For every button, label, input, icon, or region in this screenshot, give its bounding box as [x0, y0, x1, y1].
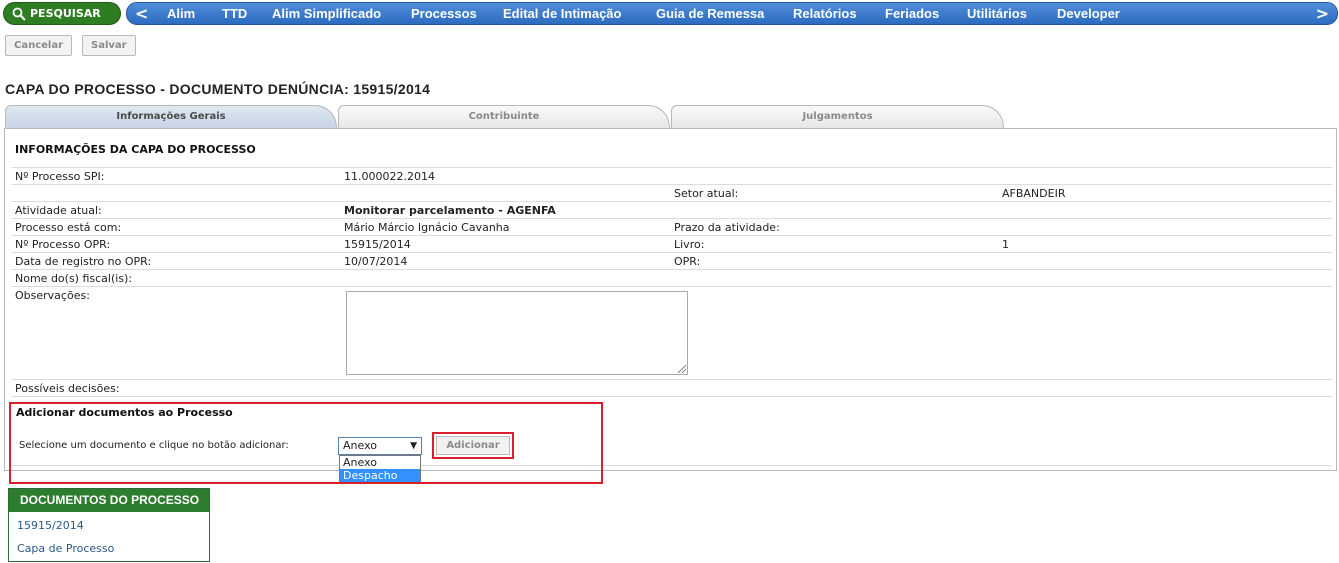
- document-type-select[interactable]: Anexo ▼: [338, 437, 422, 455]
- data-registro-label: Data de registro no OPR:: [15, 255, 152, 268]
- processo-opr-label: Nº Processo OPR:: [15, 238, 111, 251]
- nav-item-feriados[interactable]: Feriados: [885, 3, 939, 24]
- observacoes-textarea[interactable]: [346, 291, 688, 375]
- main-nav: < Alim TTD Alim Simplificado Processos E…: [126, 2, 1338, 25]
- livro-value: 1: [1002, 238, 1009, 251]
- nav-item-relatorios[interactable]: Relatórios: [793, 3, 857, 24]
- nav-item-ttd[interactable]: TTD: [222, 3, 247, 24]
- livro-label: Livro:: [674, 238, 705, 251]
- nav-item-alim-simplificado[interactable]: Alim Simplificado: [272, 3, 381, 24]
- row-divider: [11, 396, 1332, 397]
- tab-contribuinte[interactable]: Contribuinte: [338, 105, 670, 129]
- nav-item-edital[interactable]: Edital de Intimação: [503, 3, 621, 24]
- setor-label: Setor atual:: [674, 187, 739, 200]
- nav-item-alim[interactable]: Alim: [167, 3, 195, 24]
- processo-opr-value: 15915/2014: [344, 238, 411, 251]
- tab-julgamentos[interactable]: Julgamentos: [671, 105, 1004, 129]
- nav-item-guia[interactable]: Guia de Remessa: [656, 3, 764, 24]
- processo-com-label: Processo está com:: [15, 221, 122, 234]
- info-row: Nome do(s) fiscal(is):: [11, 269, 1332, 286]
- info-row: Data de registro no OPR: 10/07/2014 OPR:: [11, 252, 1332, 269]
- atividade-value: Monitorar parcelamento - AGENFA: [344, 204, 556, 217]
- section-title: INFORMAÇÕES DA CAPA DO PROCESSO: [15, 143, 256, 156]
- resize-handle-icon[interactable]: [678, 365, 686, 373]
- search-button-label: PESQUISAR: [30, 7, 101, 20]
- document-type-dropdown: Anexo Despacho: [339, 455, 421, 482]
- add-documents-title: Adicionar documentos ao Processo: [16, 406, 233, 419]
- nav-item-processos[interactable]: Processos: [411, 3, 477, 24]
- cancel-button[interactable]: Cancelar: [5, 35, 73, 56]
- nav-item-utilitarios[interactable]: Utilitários: [967, 3, 1027, 24]
- info-row: Nº Processo OPR: 15915/2014 Livro: 1: [11, 235, 1332, 252]
- setor-value: AFBANDEIR: [1002, 187, 1066, 200]
- page-title: CAPA DO PROCESSO - DOCUMENTO DENÚNCIA: 1…: [5, 81, 431, 97]
- decisoes-label: Possíveis decisões:: [15, 382, 120, 395]
- opr-label: OPR:: [674, 255, 701, 268]
- info-row: Atividade atual: Monitorar parcelamento …: [11, 201, 1332, 218]
- nav-scroll-left-icon[interactable]: <: [135, 3, 148, 24]
- atividade-label: Atividade atual:: [15, 204, 102, 217]
- tab-informacoes-gerais[interactable]: Informações Gerais: [5, 105, 337, 129]
- nav-item-developer[interactable]: Developer: [1057, 3, 1120, 24]
- add-documents-instruction: Selecione um documento e clique no botão…: [19, 440, 289, 451]
- document-link[interactable]: 15915/2014: [17, 519, 84, 532]
- processo-com-value: Mário Márcio Ignácio Cavanha: [344, 221, 510, 234]
- option-anexo[interactable]: Anexo: [340, 456, 420, 469]
- info-row: Possíveis decisões:: [11, 379, 1332, 396]
- search-button[interactable]: PESQUISAR: [3, 2, 121, 25]
- add-button[interactable]: Adicionar: [436, 436, 510, 455]
- info-row: Setor atual: AFBANDEIR: [11, 184, 1332, 201]
- data-registro-value: 10/07/2014: [344, 255, 408, 268]
- option-despacho[interactable]: Despacho: [340, 469, 420, 482]
- top-bar: PESQUISAR < Alim TTD Alim Simplificado P…: [0, 0, 1339, 28]
- processo-spi-value: 11.000022.2014: [344, 170, 435, 183]
- fiscal-label: Nome do(s) fiscal(is):: [15, 272, 133, 285]
- nav-scroll-right-icon[interactable]: >: [1316, 3, 1329, 24]
- processo-spi-label: Nº Processo SPI:: [15, 170, 105, 183]
- document-type-selected: Anexo: [343, 439, 377, 452]
- magnifier-icon: [12, 7, 26, 21]
- save-button[interactable]: Salvar: [82, 35, 136, 56]
- document-link[interactable]: Capa de Processo: [17, 542, 114, 555]
- documents-box: DOCUMENTOS DO PROCESSO 15915/2014 Capa d…: [8, 488, 210, 562]
- info-row: Nº Processo SPI: 11.000022.2014: [11, 167, 1332, 184]
- observacoes-label: Observações:: [15, 289, 90, 302]
- documents-header: DOCUMENTOS DO PROCESSO: [9, 489, 209, 512]
- prazo-label: Prazo da atividade:: [674, 221, 780, 234]
- info-row: Processo está com: Mário Márcio Ignácio …: [11, 218, 1332, 235]
- dropdown-arrow-icon: ▼: [410, 441, 417, 451]
